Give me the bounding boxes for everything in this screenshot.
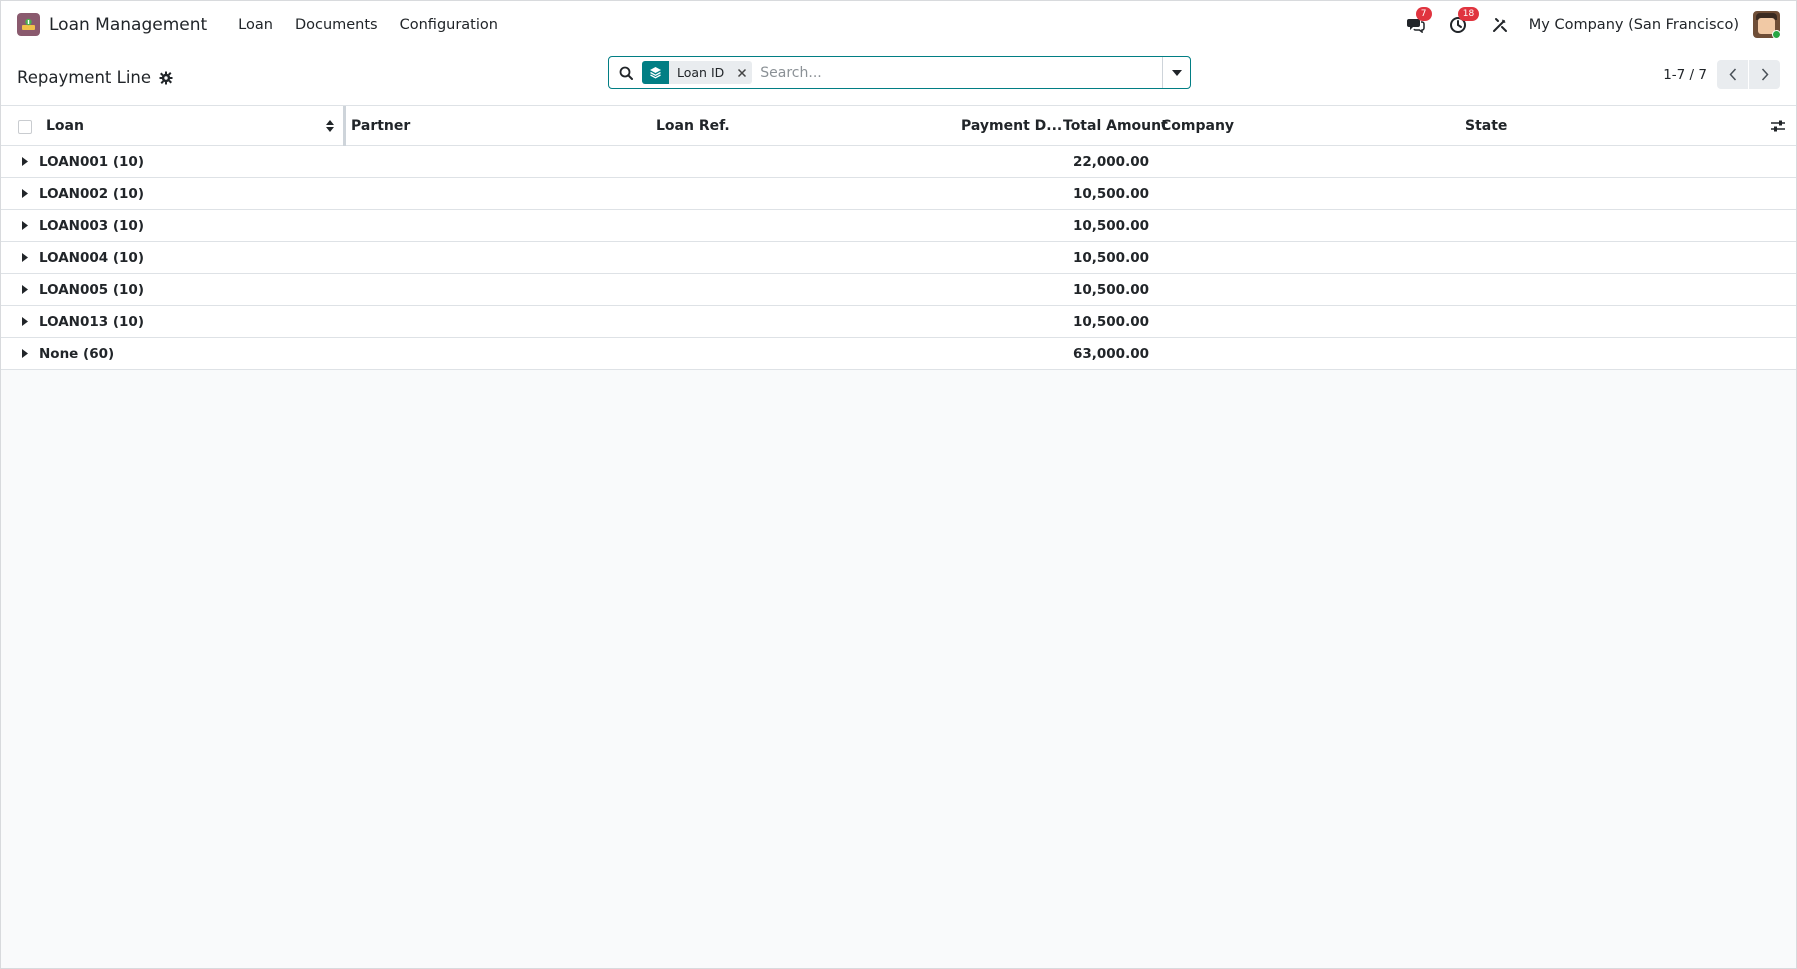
optional-columns-icon[interactable] (1770, 119, 1786, 133)
group-row[interactable]: None (60) 63,000.00 (1, 338, 1796, 370)
group-total-amount: 10,500.00 (1072, 250, 1149, 266)
group-total-amount: 10,500.00 (1072, 218, 1149, 234)
caret-right-icon (22, 253, 28, 262)
chevron-right-icon (1761, 68, 1769, 81)
group-label: LOAN005 (10) (39, 282, 144, 298)
list-view: Loan Partner Loan Ref. Payment D... Tota… (1, 106, 1796, 370)
activities-button[interactable]: 18 (1447, 6, 1480, 36)
group-label: LOAN003 (10) (39, 218, 144, 234)
top-navbar: Loan Management Loan Documents Configura… (1, 1, 1796, 48)
select-all-checkbox[interactable] (18, 120, 32, 134)
activities-badge: 18 (1457, 6, 1480, 21)
online-status-icon (1772, 30, 1780, 38)
column-header-partner[interactable]: Partner (351, 118, 410, 134)
pager-next-button[interactable] (1749, 60, 1780, 89)
close-icon (738, 68, 747, 77)
control-panel: Repayment Line Loan ID Search... 1-7 / 7 (1, 48, 1796, 106)
column-resize-handle[interactable] (343, 106, 346, 146)
group-total-amount: 10,500.00 (1072, 186, 1149, 202)
app-name[interactable]: Loan Management (49, 15, 207, 35)
group-rows: LOAN001 (10) 22,000.00 LOAN002 (10) 10,5… (1, 146, 1796, 370)
column-header-total-amount[interactable]: Total Amount (1063, 118, 1168, 134)
tools-icon (1492, 17, 1507, 32)
user-avatar[interactable] (1753, 11, 1780, 38)
group-label: LOAN001 (10) (39, 154, 144, 170)
group-row[interactable]: LOAN004 (10) 10,500.00 (1, 242, 1796, 274)
caret-right-icon (22, 349, 28, 358)
group-label: LOAN004 (10) (39, 250, 144, 266)
app-icon[interactable] (17, 13, 40, 36)
facet-label: Loan ID (677, 65, 725, 80)
caret-right-icon (22, 317, 28, 326)
group-row[interactable]: LOAN001 (10) 22,000.00 (1, 146, 1796, 178)
messages-button[interactable]: 7 (1405, 6, 1432, 36)
caret-down-icon (1171, 69, 1182, 76)
group-row[interactable]: LOAN002 (10) 10,500.00 (1, 178, 1796, 210)
column-header-loan[interactable]: Loan (46, 118, 84, 134)
company-switcher[interactable]: My Company (San Francisco) (1529, 17, 1739, 33)
table-header: Loan Partner Loan Ref. Payment D... Tota… (1, 106, 1796, 146)
systray: 7 18 My Company (San Francisco) (1385, 1, 1780, 48)
group-row[interactable]: LOAN005 (10) 10,500.00 (1, 274, 1796, 306)
search-icon (619, 66, 633, 80)
loan-app-icon (22, 18, 35, 30)
group-label: LOAN002 (10) (39, 186, 144, 202)
group-total-amount: 63,000.00 (1072, 346, 1149, 362)
sort-icon[interactable] (326, 119, 334, 133)
messages-badge: 7 (1415, 6, 1432, 21)
caret-right-icon (22, 189, 28, 198)
column-header-company[interactable]: Company (1161, 118, 1234, 134)
search-button[interactable] (609, 57, 642, 88)
search-input[interactable] (756, 58, 1162, 87)
breadcrumb: Repayment Line (17, 68, 173, 87)
caret-right-icon (22, 285, 28, 294)
column-header-state[interactable]: State (1465, 118, 1507, 134)
pager-value[interactable]: 1-7 / 7 (1663, 67, 1707, 83)
column-header-loan-ref[interactable]: Loan Ref. (656, 118, 730, 134)
group-label: LOAN013 (10) (39, 314, 144, 330)
group-row[interactable]: LOAN003 (10) 10,500.00 (1, 210, 1796, 242)
pager: 1-7 / 7 (1663, 60, 1780, 89)
group-label: None (60) (39, 346, 115, 362)
menu-documents[interactable]: Documents (284, 17, 389, 33)
debug-tools-button[interactable] (1489, 14, 1511, 36)
page-title: Repayment Line (17, 68, 152, 87)
menu-loan[interactable]: Loan (227, 17, 284, 33)
main-menu: Loan Documents Configuration (227, 17, 509, 33)
group-total-amount: 10,500.00 (1072, 314, 1149, 330)
facet-remove-button[interactable] (732, 68, 752, 78)
column-header-payment-date[interactable]: Payment D... (961, 118, 1062, 134)
search-bar: Loan ID (608, 56, 1191, 89)
caret-right-icon (22, 157, 28, 166)
group-total-amount: 22,000.00 (1072, 154, 1149, 170)
menu-configuration[interactable]: Configuration (389, 17, 509, 33)
pager-previous-button[interactable] (1717, 60, 1748, 89)
gear-icon[interactable] (159, 71, 173, 85)
chevron-left-icon (1728, 68, 1736, 81)
search-options-toggle[interactable] (1162, 57, 1190, 88)
group-total-amount: 10,500.00 (1072, 282, 1149, 298)
caret-right-icon (22, 221, 28, 230)
groupby-facet[interactable]: Loan ID (642, 61, 753, 84)
group-row[interactable]: LOAN013 (10) 10,500.00 (1, 306, 1796, 338)
layers-icon (650, 67, 661, 79)
